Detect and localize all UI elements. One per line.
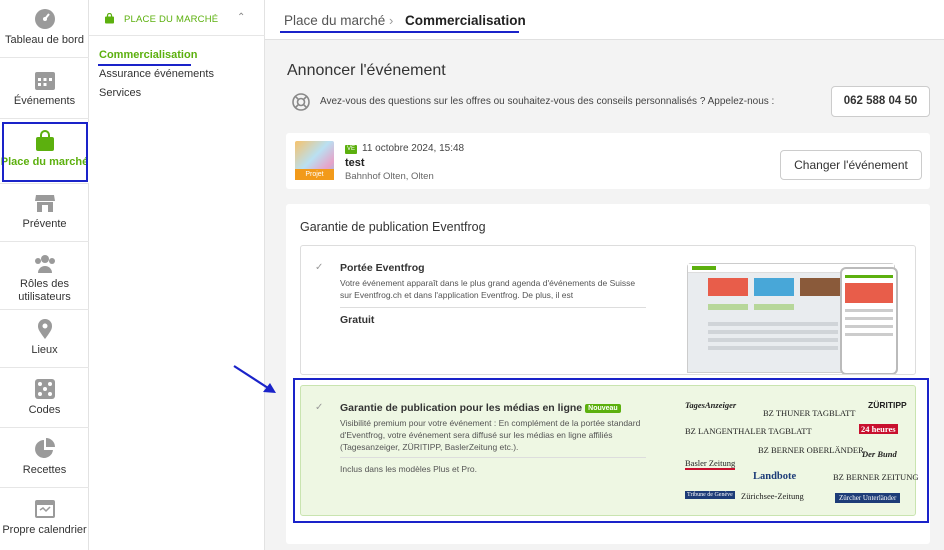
subnav-item-event-insurance[interactable]: Assurance événements: [99, 68, 214, 80]
annotation-underline: [280, 31, 519, 33]
breadcrumb-parent[interactable]: Place du marché: [284, 13, 385, 28]
page-title: Annoncer l'événement: [287, 62, 446, 79]
browser-calendar-icon: [34, 500, 55, 518]
phone-number-button[interactable]: 062 588 04 50: [831, 86, 930, 117]
event-thumbnail: Projet: [295, 141, 334, 180]
breadcrumb: Place du marché › Commercialisation: [265, 0, 944, 40]
event-location: Bahnhof Olten, Olten: [345, 171, 434, 182]
dashboard-icon: [34, 9, 55, 29]
sidebar-item-label: Lieux: [31, 344, 58, 356]
annotation-underline: [98, 64, 191, 66]
chevron-up-icon[interactable]: ⌃: [237, 12, 245, 23]
event-status-tag: Projet: [295, 169, 334, 180]
users-icon: [34, 255, 55, 273]
pie-chart-icon: [34, 438, 55, 458]
sidebar-item-revenue[interactable]: Recettes: [0, 430, 89, 488]
sidebar-item-label: Recettes: [22, 464, 67, 476]
main-sidebar: Tableau de bord Événements Place du marc…: [0, 0, 89, 550]
section-nav-title: PLACE DU MARCHÉ: [124, 14, 219, 25]
sidebar-item-venues[interactable]: Lieux: [0, 310, 89, 368]
sidebar-item-user-roles[interactable]: Rôles des utilisateurs: [0, 244, 89, 310]
sidebar-item-label: Événements: [13, 95, 76, 107]
section-nav: PLACE DU MARCHÉ ⌃ Commercialisation Assu…: [89, 0, 265, 550]
annotation-arrow-icon: [233, 365, 276, 393]
breadcrumb-separator: ›: [389, 13, 394, 28]
sidebar-item-own-calendar[interactable]: Propre calendrier: [0, 490, 89, 548]
subnav-item-services[interactable]: Services: [99, 87, 141, 99]
shopping-bag-icon: [105, 13, 114, 24]
weekday-badge: VE: [345, 145, 357, 154]
sidebar-item-label: Propre calendrier: [2, 524, 87, 536]
divider: [340, 307, 646, 308]
eventfrog-website-mockup: [687, 263, 898, 374]
sidebar-item-dashboard[interactable]: Tableau de bord: [0, 0, 89, 58]
lifebuoy-icon: [292, 93, 310, 111]
option-price: Gratuit: [340, 314, 375, 326]
subnav-item-commercialisation[interactable]: Commercialisation: [99, 49, 197, 61]
checkmark-icon: ✓: [315, 262, 324, 273]
calendar-icon: [34, 72, 55, 90]
sidebar-item-presale[interactable]: Prévente: [0, 184, 89, 242]
sidebar-item-label: Tableau de bord: [5, 34, 84, 46]
store-icon: [34, 195, 55, 212]
breadcrumb-current: Commercialisation: [405, 13, 526, 28]
dice-icon: [34, 379, 55, 399]
option-title: Portée Eventfrog: [340, 262, 425, 274]
annotation-highlight-box: [293, 378, 929, 523]
annotation-highlight-box: [2, 122, 88, 182]
change-event-button[interactable]: Changer l'événement: [780, 150, 922, 180]
section-nav-header[interactable]: PLACE DU MARCHÉ ⌃: [89, 0, 265, 36]
event-card: Projet VE 11 octobre 2024, 15:48 test Ba…: [286, 133, 930, 189]
sidebar-item-label: Rôles des utilisateurs: [18, 278, 71, 303]
event-name: test: [345, 157, 365, 169]
option-description: Votre événement apparaît dans le plus gr…: [340, 278, 636, 300]
sidebar-item-label: Prévente: [22, 218, 67, 230]
option-eventfrog-reach[interactable]: ✓ Portée Eventfrog Votre événement appar…: [300, 245, 916, 375]
location-pin-icon: [37, 319, 52, 339]
sidebar-item-events[interactable]: Événements: [0, 61, 89, 119]
event-date: 11 octobre 2024, 15:48: [362, 143, 465, 154]
sidebar-item-codes[interactable]: Codes: [0, 370, 89, 428]
help-text: Avez-vous des questions sur les offres o…: [320, 96, 775, 107]
guarantee-title: Garantie de publication Eventfrog: [300, 220, 486, 234]
sidebar-item-label: Codes: [28, 404, 61, 416]
